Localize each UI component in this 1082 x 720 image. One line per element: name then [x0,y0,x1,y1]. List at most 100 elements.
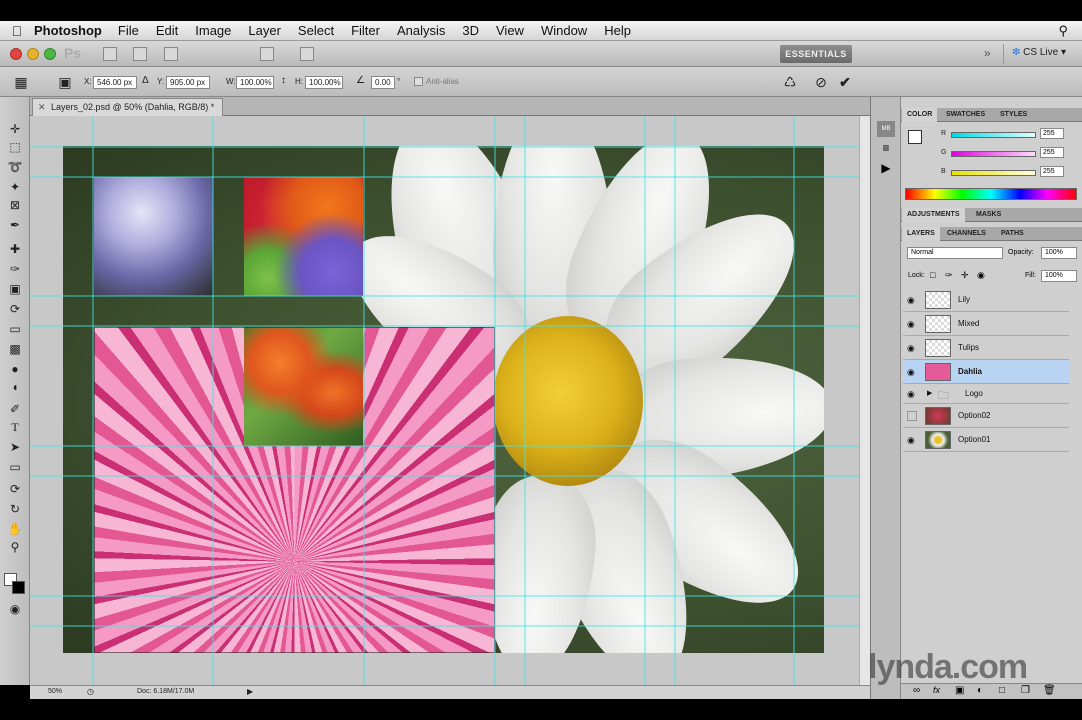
layer-row[interactable]: ◉ Option01 [903,428,1069,452]
lock-all-icon[interactable]: ◉ [977,270,985,281]
menu-filter[interactable]: Filter [351,23,380,38]
angle-field[interactable]: 0.00 [371,76,395,89]
tab-masks[interactable]: MASKS [971,208,1006,222]
menu-analysis[interactable]: Analysis [397,23,445,38]
blue-value[interactable]: 255 [1040,166,1064,177]
3d-orbit-tool-icon[interactable]: ↻ [6,501,24,517]
opacity-field[interactable]: 100% [1041,247,1077,259]
width-field[interactable]: 100.00% [236,76,274,89]
warp-icon[interactable]: ♺ [781,73,799,91]
actions-panel-icon[interactable]: ▶ [877,161,895,177]
delete-layer-icon[interactable]: 🗑 [1043,685,1056,696]
eye-icon[interactable]: ◉ [907,435,915,446]
eyedropper-tool-icon[interactable]: ✒ [6,217,24,233]
document-tab[interactable]: ✕ Layers_02.psd @ 50% (Dahlia, RGB/8) * [32,98,224,116]
minimize-window-button[interactable] [27,48,39,60]
3d-rotate-tool-icon[interactable]: ⟳ [6,481,24,497]
pen-tool-icon[interactable]: ✐ [6,401,24,417]
green-slider[interactable] [951,151,1036,157]
zoom-level[interactable]: 50% [48,688,62,695]
red-value[interactable]: 255 [1040,128,1064,139]
move-tool-icon[interactable]: ✛ [6,121,24,137]
screen-mode-icon[interactable] [300,47,314,61]
zoom-window-button[interactable] [44,48,56,60]
mini-bridge-panel-icon[interactable]: MB [877,121,895,137]
apple-icon[interactable]:  [0,23,34,39]
layer-name[interactable]: Mixed [958,319,979,328]
tab-adjustments[interactable]: ADJUSTMENTS [902,208,965,222]
menu-3d[interactable]: 3D [462,23,479,38]
menu-help[interactable]: Help [604,23,631,38]
layer-row[interactable]: Option02 [903,404,1069,428]
lock-transparency-icon[interactable]: □ [930,270,935,280]
dodge-tool-icon[interactable]: ◖ [6,379,24,395]
shape-tool-icon[interactable]: ▭ [6,459,24,475]
menu-layer[interactable]: Layer [248,23,281,38]
menu-image[interactable]: Image [195,23,231,38]
eye-icon[interactable]: ◉ [907,367,915,378]
x-field[interactable]: 546.00 px [93,76,137,89]
tab-color[interactable]: COLOR [902,108,938,122]
launch-bridge-icon[interactable] [103,47,117,61]
menu-file[interactable]: File [118,23,139,38]
eye-icon[interactable]: ◉ [907,319,915,330]
reference-point-icon[interactable]: ▣ [56,73,74,91]
status-menu-arrow-icon[interactable]: ▶ [247,687,253,696]
crop-tool-icon[interactable]: ⊠ [6,197,24,213]
height-field[interactable]: 100.00% [305,76,343,89]
arrange-documents-icon[interactable] [260,47,274,61]
tab-swatches[interactable]: SWATCHES [941,108,990,122]
brush-tool-icon[interactable]: ✑ [6,261,24,277]
gradient-tool-icon[interactable]: ▩ [6,341,24,357]
path-selection-tool-icon[interactable]: ➤ [6,439,24,455]
foreground-color-swatch[interactable] [908,130,922,144]
layer-name[interactable]: Tulips [958,343,979,352]
red-slider[interactable] [951,132,1036,138]
tab-paths[interactable]: PATHS [996,227,1029,241]
clone-stamp-tool-icon[interactable]: ▣ [6,281,24,297]
blend-mode-select[interactable]: Normal [907,247,1003,259]
layer-row[interactable]: ◉ Mixed [903,312,1069,336]
close-tab-icon[interactable]: ✕ [38,99,46,116]
type-tool-icon[interactable]: T [6,419,24,435]
layer-row[interactable]: ◉ Tulips [903,336,1069,360]
layer-group-row[interactable]: ◉ ▶ 🗀 Logo [903,384,1069,404]
lock-pixels-icon[interactable]: ✑ [945,270,953,281]
tab-channels[interactable]: CHANNELS [942,227,991,241]
vertical-scrollbar[interactable] [859,116,870,685]
mini-bridge-icon[interactable] [133,47,147,61]
view-extras-icon[interactable] [164,47,178,61]
hand-tool-icon[interactable]: ✋ [6,521,24,537]
menu-window[interactable]: Window [541,23,587,38]
commit-transform-icon[interactable]: ✔ [836,73,854,91]
layer-name[interactable]: Dahlia [958,367,982,376]
tab-styles[interactable]: STYLES [995,108,1032,122]
quick-selection-tool-icon[interactable]: ✦ [6,179,24,195]
app-menu[interactable]: Photoshop [34,23,102,38]
background-color-swatch[interactable] [12,581,25,594]
layer-name[interactable]: Option01 [958,435,990,444]
search-icon[interactable]: ⚲ [1058,23,1068,39]
visibility-toggle-empty[interactable] [907,411,917,421]
menu-view[interactable]: View [496,23,524,38]
lasso-tool-icon[interactable]: ➰ [6,159,24,175]
tab-layers[interactable]: LAYERS [902,227,940,241]
y-field[interactable]: 905.00 px [166,76,210,89]
anti-alias-checkbox[interactable] [414,77,423,86]
menu-select[interactable]: Select [298,23,334,38]
layer-name[interactable]: Option02 [958,411,990,420]
history-brush-tool-icon[interactable]: ⟳ [6,301,24,317]
workspace-essentials-button[interactable]: ESSENTIALS [780,45,852,63]
layer-name[interactable]: Logo [965,389,983,398]
menu-edit[interactable]: Edit [156,23,178,38]
blur-tool-icon[interactable]: ● [6,361,24,377]
expand-arrow-icon[interactable]: ▶ [927,389,932,397]
close-window-button[interactable] [10,48,22,60]
marquee-tool-icon[interactable]: ⬚ [6,139,24,155]
eye-icon[interactable]: ◉ [907,295,915,306]
eraser-tool-icon[interactable]: ▭ [6,321,24,337]
lock-position-icon[interactable]: ✛ [961,270,969,281]
cs-live-button[interactable]: ✼ CS Live ▾ [1012,47,1066,58]
healing-brush-tool-icon[interactable]: ✚ [6,241,24,257]
eye-icon[interactable]: ◉ [907,389,915,400]
